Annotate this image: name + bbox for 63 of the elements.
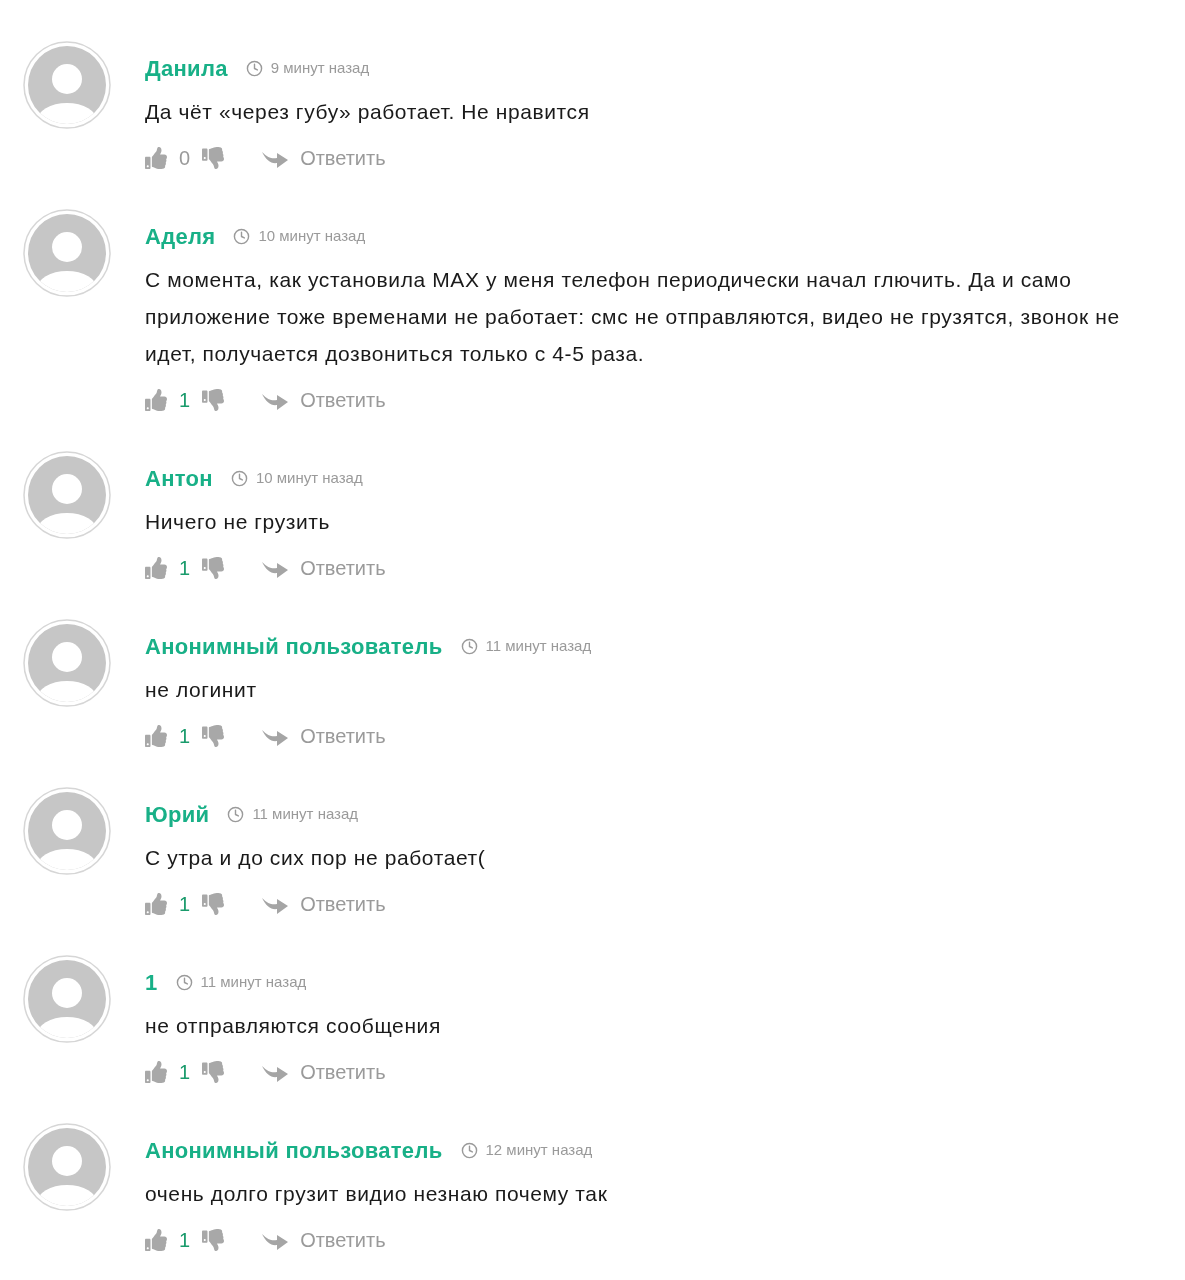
vote-count: 1 [179, 1060, 191, 1085]
comment-time: 11 минут назад [485, 635, 592, 656]
comment-text: не логинит [145, 677, 258, 703]
avatar-icon [23, 619, 111, 707]
thumbs-down-icon[interactable] [202, 557, 225, 579]
vote-count: 1 [179, 1228, 191, 1253]
comment-text: Ничего не грузить [145, 509, 332, 535]
reply-link[interactable]: Ответить [300, 1225, 386, 1255]
avatar-icon [23, 1123, 111, 1211]
thumbs-up-icon[interactable] [145, 1229, 167, 1251]
reply-link[interactable]: Ответить [300, 553, 386, 583]
author-name[interactable]: Анонимный пользователь [145, 1133, 443, 1167]
avatar-icon [23, 955, 111, 1043]
comment-time: 12 минут назад [485, 1139, 593, 1160]
vote-count: 1 [179, 724, 191, 749]
clock-icon [245, 59, 263, 77]
vote-count: 0 [179, 146, 191, 171]
clock-icon [233, 227, 251, 245]
thumbs-up-icon[interactable] [145, 1061, 167, 1083]
thumbs-up-icon[interactable] [145, 557, 167, 579]
comment-text: С утра и до сих пор не работает( [145, 845, 487, 871]
author-name[interactable]: Анонимный пользователь [145, 629, 443, 663]
comment-text: С момента, как установила MAX у меня телефон периодически начал глючить. Да и само приложение тоже временами не работает: смс не отправляются, видео не грузятся, звонок не идет, получается дозвониться только с 4-5 раза. [145, 267, 1121, 367]
clock-icon [230, 469, 248, 487]
reply-link[interactable]: Ответить [300, 143, 386, 173]
clock-icon [227, 805, 245, 823]
thumbs-down-icon[interactable] [202, 389, 225, 411]
author-name[interactable]: Юрий [145, 797, 210, 831]
avatar-icon [23, 787, 111, 875]
author-name[interactable]: 1 [145, 965, 158, 999]
reply-link[interactable]: Ответить [300, 721, 386, 751]
author-name[interactable]: Антон [145, 461, 213, 495]
avatar-icon [23, 451, 111, 539]
thumbs-up-icon[interactable] [145, 893, 167, 915]
author-name[interactable]: Данила [145, 51, 228, 85]
author-name[interactable]: Аделя [145, 219, 216, 253]
reply-link[interactable]: Ответить [300, 889, 386, 919]
thumbs-up-icon[interactable] [145, 147, 167, 169]
comment-time: 10 минут назад [255, 467, 363, 488]
thumbs-up-icon[interactable] [145, 389, 167, 411]
comment-time: 11 минут назад [252, 803, 359, 824]
reply-link[interactable]: Ответить [300, 385, 386, 415]
thumbs-down-icon[interactable] [202, 725, 225, 747]
thumbs-down-icon[interactable] [202, 147, 225, 169]
comment-text: очень долго грузит видио незнаю почему так [145, 1181, 609, 1207]
avatar-icon [23, 41, 111, 129]
comment-time: 9 минут назад [270, 57, 370, 78]
comment-text: не отправляются сообщения [145, 1013, 442, 1039]
clock-icon [460, 1141, 478, 1159]
comment-time: 10 минут назад [258, 225, 366, 246]
vote-count: 1 [179, 556, 191, 581]
reply-link[interactable]: Ответить [300, 1057, 386, 1087]
thumbs-down-icon[interactable] [202, 893, 225, 915]
clock-icon [175, 973, 193, 991]
vote-count: 1 [179, 388, 191, 413]
comment-text: Да чёт «через губу» работает. Не нравится [145, 99, 591, 125]
thumbs-up-icon[interactable] [145, 725, 167, 747]
thumbs-down-icon[interactable] [202, 1229, 225, 1251]
thumbs-down-icon[interactable] [202, 1061, 225, 1083]
clock-icon [460, 637, 478, 655]
comment-time: 11 минут назад [200, 971, 307, 992]
vote-count: 1 [179, 892, 191, 917]
avatar-icon [23, 209, 111, 297]
